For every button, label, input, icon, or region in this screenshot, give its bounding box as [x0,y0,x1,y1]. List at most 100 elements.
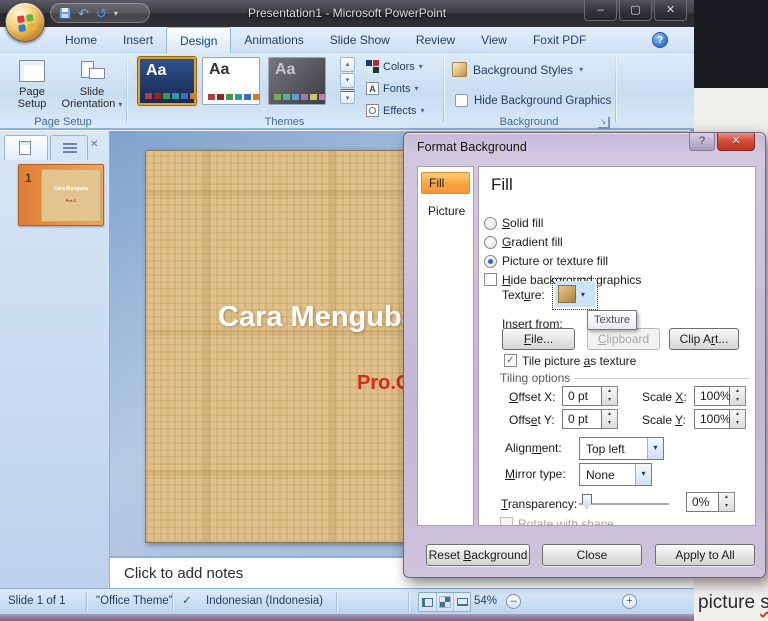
theme-fonts-button[interactable]: A Fonts ▾ [366,80,419,97]
redo-icon[interactable]: ↺ [96,7,107,20]
window-bottom-edge [0,614,694,621]
chevron-down-icon[interactable]: ▾ [576,290,590,299]
dialog-close-button[interactable]: ✕ [717,133,755,151]
radio-solid-fill-label[interactable]: Solid fill [502,216,543,230]
tab-slide-show[interactable]: Slide Show [317,27,403,53]
scale-x-label: Scale X: [642,390,687,404]
rotate-with-shape-checkbox [500,517,513,525]
scale-x-field[interactable]: 100% [694,386,731,406]
themes-more-icon[interactable]: ▾ [340,89,355,104]
chevron-down-icon: ▾ [418,62,423,71]
office-button[interactable] [5,2,45,42]
transparency-field[interactable]: 0% [686,492,719,512]
zoom-level-label[interactable]: 54% [474,589,497,614]
theme-name-label[interactable]: "Office Theme" [96,589,173,614]
normal-view-button[interactable] [419,593,436,611]
slide-count-label: Slide 1 of 1 [8,595,66,607]
zoom-in-button[interactable]: + [622,594,637,609]
reset-background-button[interactable]: Reset Background [426,544,530,566]
offset-y-spinner[interactable]: ▴ ▾ [602,409,618,429]
tab-home[interactable]: Home [52,27,110,53]
spellcheck-icon[interactable]: ✓ [182,589,192,614]
panel-close-icon[interactable]: ✕ [90,140,98,150]
chevron-down-icon[interactable]: ▾ [647,438,663,459]
transparency-slider-handle[interactable] [582,494,592,509]
alignment-label: Alignment: [505,441,562,455]
tab-insert[interactable]: Insert [110,27,166,53]
background-dialog-launcher-icon[interactable]: ↘ [598,117,610,129]
hide-background-graphics-checkbox[interactable]: Hide Background Graphics [455,94,611,107]
radio-gradient-fill-label[interactable]: Gradient fill [502,235,563,249]
hide-background-graphics-checkbox[interactable] [484,273,497,286]
undo-icon[interactable]: ↶ [78,7,89,20]
slide-sorter-button[interactable] [436,593,453,611]
ribbon-tab-row: Home Insert Design Animations Slide Show… [0,27,694,53]
scale-y-spinner[interactable]: ▴ ▾ [730,409,746,429]
radio-picture-texture-fill[interactable] [484,255,497,268]
tab-animations[interactable]: Animations [231,27,316,53]
close-button[interactable]: Close [542,544,642,566]
page-setup-button[interactable]: Page Setup [8,55,56,113]
scale-x-spinner[interactable]: ▴ ▾ [730,386,746,406]
tab-view[interactable]: View [468,27,520,53]
chevron-down-icon[interactable]: ▾ [635,464,651,485]
slide-thumbnail[interactable]: 1 Cara Menguba Pro.C [18,164,104,226]
theme-thumbnail-1[interactable]: Aa [138,57,197,105]
radio-gradient-fill[interactable] [484,236,497,249]
scale-y-field[interactable]: 100% [694,409,731,429]
offset-y-field[interactable]: 0 pt [562,409,602,429]
tab-outline[interactable] [50,135,88,160]
offset-x-field[interactable]: 0 pt [562,386,602,406]
texture-dropdown[interactable]: ▾ [552,278,598,310]
theme-thumbnail-2[interactable]: Aa [202,57,260,105]
background-styles-button[interactable]: Background Styles ▾ [452,62,583,77]
background-document-text: picture se [698,592,768,614]
theme-color-strip [274,94,326,100]
apply-to-all-button[interactable]: Apply to All [655,544,755,566]
close-button[interactable]: ✕ [654,0,687,21]
qat-more-icon[interactable]: ▾ [114,9,118,18]
theme-colors-button[interactable]: Colors ▾ [366,58,423,75]
nav-item-fill[interactable]: Fill [421,172,470,194]
slide-orientation-button[interactable]: Slide Orientation ▾ [60,55,124,113]
tile-picture-checkbox[interactable]: ✓ [504,354,517,367]
clipart-button[interactable]: Clip Art... [669,328,739,350]
slides-tab-icon [19,141,31,155]
themes-scroll-down-icon[interactable]: ▾ [340,73,355,88]
themes-scroll-up-icon[interactable]: ▴ [340,57,355,72]
rotate-with-shape-label: Rotate with shape [518,517,615,526]
save-icon[interactable] [59,7,71,19]
transparency-label: Transparency: [501,497,578,511]
tab-review[interactable]: Review [403,27,468,53]
tab-slides[interactable] [4,135,48,160]
quick-access-toolbar: ↶ ↺ ▾ [50,3,150,23]
status-bar: Slide 1 of 1 "Office Theme" ✓ Indonesian… [0,588,694,614]
zoom-out-button[interactable]: – [506,594,521,609]
dialog-title[interactable]: Format Background [417,140,527,154]
office-logo-icon [16,13,36,33]
transparency-spinner[interactable]: ▴ ▾ [719,492,735,512]
maximize-button[interactable]: ▢ [619,0,652,21]
radio-picture-texture-fill-label[interactable]: Picture or texture fill [502,254,608,268]
file-button[interactable]: File... [502,328,575,350]
minimize-button[interactable]: – [584,0,617,21]
tab-design[interactable]: Design [166,27,232,53]
theme-color-strip [208,94,260,100]
slide-title-text[interactable]: Cara Menguba [218,301,418,334]
title-bar[interactable]: Presentation1 - Microsoft PowerPoint ↶ ↺… [0,0,694,27]
language-label[interactable]: Indonesian (Indonesia) [206,589,323,614]
help-icon[interactable]: ? [652,32,668,48]
tab-foxit-pdf[interactable]: Foxit PDF [520,27,599,53]
tile-picture-label[interactable]: Tile picture as texture [522,354,636,368]
transparency-slider-track[interactable] [579,503,669,505]
theme-thumbnail-3[interactable]: Aa [268,57,326,105]
dialog-help-button[interactable]: ? [689,133,715,151]
alignment-dropdown[interactable]: Top left ▾ [579,437,664,460]
chevron-down-icon: ▾ [579,65,584,74]
notes-placeholder[interactable]: Click to add notes [124,565,243,582]
offset-x-spinner[interactable]: ▴ ▾ [602,386,618,406]
slide-show-button[interactable] [453,593,470,611]
mirror-type-dropdown[interactable]: None ▾ [579,463,652,486]
nav-item-picture[interactable]: Picture [428,204,465,218]
radio-solid-fill[interactable] [484,217,497,230]
